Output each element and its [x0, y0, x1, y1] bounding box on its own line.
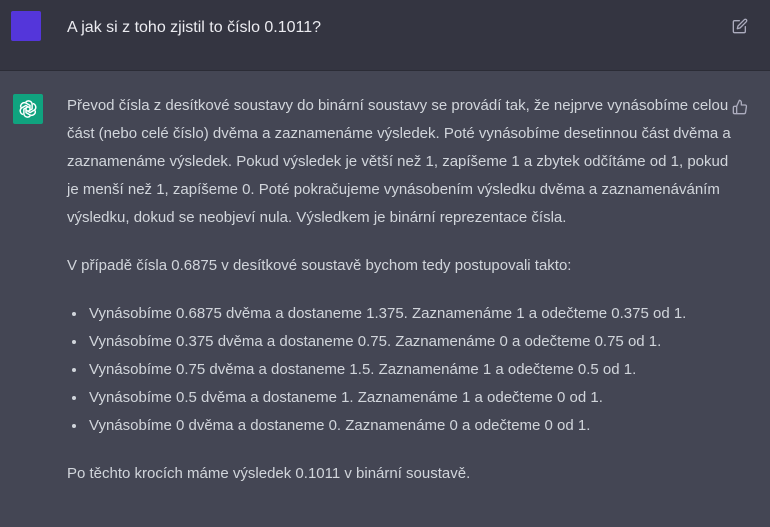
user-avatar [11, 11, 41, 41]
user-message-row: A jak si z toho zjistil to číslo 0.1011? [0, 0, 770, 71]
assistant-message-row: Převod čísla z desítkové soustavy do bin… [0, 71, 770, 527]
list-item-text: Vynásobíme 0.75 dvěma a dostaneme 1.5. Z… [89, 361, 637, 378]
user-message-text: A jak si z toho zjistil to číslo 0.1011? [67, 19, 322, 36]
pencil-edit-icon [732, 18, 748, 34]
bullet-icon [72, 396, 76, 400]
list-item-text: Vynásobíme 0 dvěma a dostaneme 0. Zaznam… [89, 417, 591, 434]
list-item-text: Vynásobíme 0.5 dvěma a dostaneme 1. Zazn… [89, 389, 603, 406]
assistant-avatar [13, 94, 43, 124]
list-item: Vynásobíme 0 dvěma a dostaneme 0. Zaznam… [67, 412, 732, 440]
list-item-text: Vynásobíme 0.375 dvěma a dostaneme 0.75.… [89, 333, 662, 350]
answer-paragraph: Převod čísla z desítkové soustavy do bin… [67, 97, 731, 226]
list-item: Vynásobíme 0.375 dvěma a dostaneme 0.75.… [67, 328, 732, 356]
bullet-icon [72, 312, 76, 316]
chat-page: A jak si z toho zjistil to číslo 0.1011? [0, 0, 770, 527]
list-item-text: Vynásobíme 0.6875 dvěma a dostaneme 1.37… [89, 305, 687, 322]
answer-paragraph: Po těchto krocích máme výsledek 0.1011 v… [67, 465, 471, 482]
steps-list: Vynásobíme 0.6875 dvěma a dostaneme 1.37… [67, 300, 732, 440]
list-item: Vynásobíme 0.5 dvěma a dostaneme 1. Zazn… [67, 384, 732, 412]
bullet-icon [72, 424, 76, 428]
openai-logo-icon [19, 100, 37, 118]
answer-paragraph: V případě čísla 0.6875 v desítkové soust… [67, 257, 572, 274]
edit-message-button[interactable] [730, 16, 750, 36]
thumbs-up-button[interactable] [730, 97, 750, 117]
list-item: Vynásobíme 0.6875 dvěma a dostaneme 1.37… [67, 300, 732, 328]
bullet-icon [72, 368, 76, 372]
bullet-icon [72, 340, 76, 344]
assistant-message-content: Převod čísla z desítkové soustavy do bin… [67, 92, 732, 508]
thumbs-up-icon [732, 99, 748, 115]
list-item: Vynásobíme 0.75 dvěma a dostaneme 1.5. Z… [67, 356, 732, 384]
